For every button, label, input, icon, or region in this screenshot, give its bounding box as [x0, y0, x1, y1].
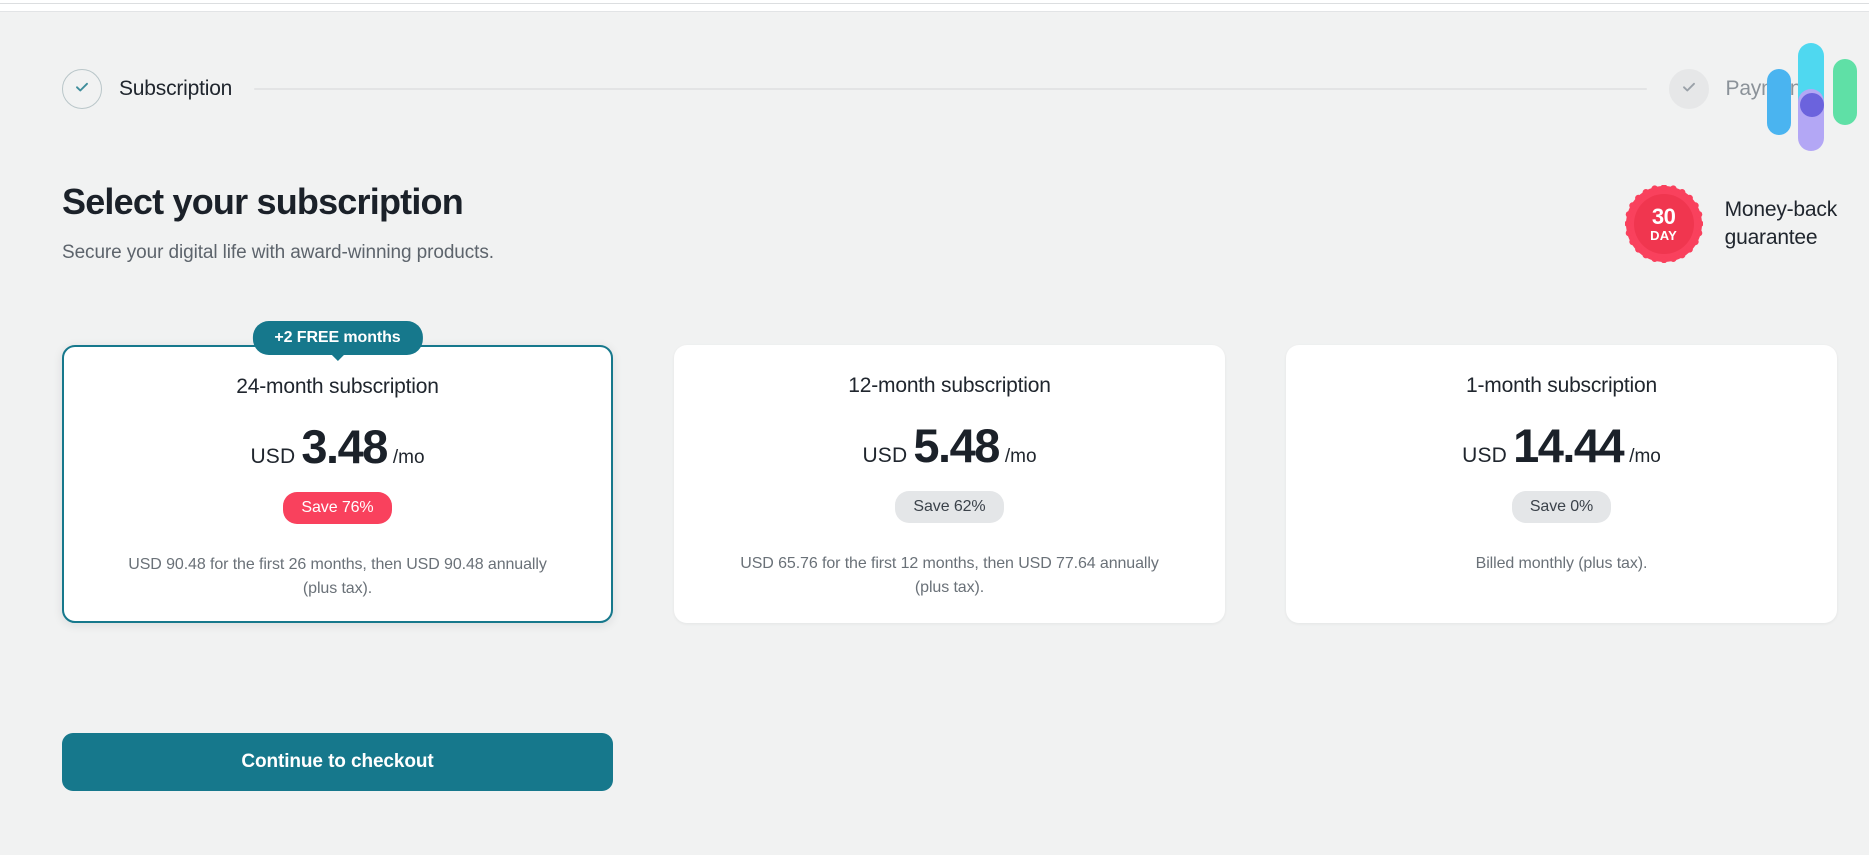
- plan-save-badge: Save 0%: [1511, 491, 1612, 523]
- browser-top-strip: [0, 0, 1869, 12]
- step-subscription-circle: [62, 69, 102, 109]
- plan-card-1-month[interactable]: 1-month subscription USD 14.44 /mo Save …: [1286, 345, 1837, 623]
- plan-fineprint: USD 65.76 for the first 12 months, then …: [740, 555, 1159, 596]
- step-payment-label: Payment: [1725, 77, 1808, 100]
- plan-card-list: +2 FREE months 24-month subscription USD…: [62, 321, 1837, 623]
- guarantee-seal-icon: 30 DAY: [1624, 185, 1703, 263]
- guarantee-line-2: guarantee: [1724, 226, 1818, 249]
- plan-currency: USD: [250, 445, 296, 468]
- plan-price: USD 5.48 /mo: [862, 422, 1036, 469]
- check-icon: [73, 78, 91, 101]
- step-payment-circle: [1668, 69, 1709, 109]
- step-subscription-label: Subscription: [119, 77, 233, 100]
- guarantee-label: Money-back guarantee: [1724, 196, 1838, 253]
- plan-price: USD 14.44 /mo: [1462, 422, 1661, 469]
- money-back-guarantee: 30 DAY Money-back guarantee: [1624, 185, 1838, 263]
- deco-bar-green-icon: [1833, 59, 1857, 125]
- guarantee-seal-unit: DAY: [1650, 228, 1678, 243]
- page-canvas: Subscription Payment Select your subscri…: [0, 13, 1869, 855]
- top-divider: [0, 3, 1869, 4]
- plan-amount: 14.44: [1513, 419, 1625, 472]
- plan-name: 12-month subscription: [848, 374, 1051, 397]
- plan-amount: 5.48: [913, 419, 1000, 472]
- plan-save-badge: Save 76%: [283, 492, 392, 524]
- guarantee-seal-text: 30 DAY: [1625, 185, 1703, 263]
- plan-fineprint: Billed monthly (plus tax).: [1475, 555, 1648, 572]
- plan-name: 24-month subscription: [236, 375, 439, 398]
- plan-amount: 3.48: [301, 420, 388, 473]
- plan-period: /mo: [392, 447, 425, 468]
- page-title: Select your subscription: [62, 181, 464, 222]
- plan-price: USD 3.48 /mo: [250, 423, 424, 470]
- plan-period: /mo: [1629, 446, 1661, 467]
- guarantee-seal-number: 30: [1651, 204, 1676, 229]
- plan-currency: USD: [862, 444, 908, 467]
- check-icon: [1680, 78, 1698, 101]
- plan-name: 1-month subscription: [1466, 374, 1657, 397]
- plan-save-badge: Save 62%: [895, 491, 1004, 523]
- step-subscription[interactable]: Subscription: [62, 69, 232, 109]
- plan-period: /mo: [1004, 446, 1037, 467]
- plan-currency: USD: [1462, 444, 1508, 467]
- page-subtitle: Secure your digital life with award-winn…: [62, 242, 494, 263]
- guarantee-line-1: Money-back: [1724, 197, 1838, 221]
- free-months-badge: +2 FREE months: [252, 321, 423, 355]
- plan-card-12-month[interactable]: 12-month subscription USD 5.48 /mo Save …: [674, 345, 1225, 623]
- continue-to-checkout-button[interactable]: Continue to checkout: [62, 733, 613, 791]
- plan-card-24-month[interactable]: +2 FREE months 24-month subscription USD…: [62, 321, 613, 623]
- checkout-stepper: Subscription Payment: [62, 61, 1807, 117]
- stepper-connector: [254, 88, 1647, 90]
- step-payment[interactable]: Payment: [1668, 69, 1808, 109]
- plan-fineprint: USD 90.48 for the first 26 months, then …: [128, 556, 547, 597]
